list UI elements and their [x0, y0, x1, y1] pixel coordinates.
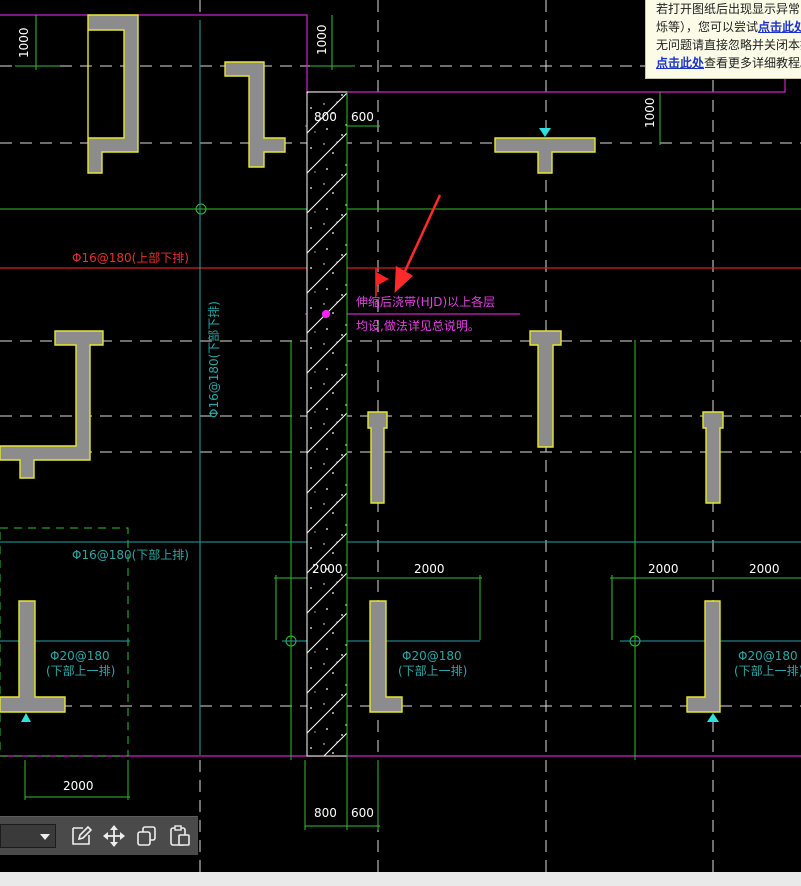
rebar-label-center-1: Φ20@180	[402, 649, 462, 663]
dim-2000-d: 2000	[749, 562, 780, 576]
rebar-label-right-2: (下部上一排)	[734, 663, 801, 678]
notice-line-3: 无问题请直接忽略并关闭本提	[656, 38, 801, 52]
dim-1000-right: 1000	[643, 97, 657, 128]
dim-2000-a: 2000	[312, 562, 343, 576]
dim-600-top: 600	[351, 110, 374, 124]
notice-line-2: 烁等），您可以尝试点击此处	[656, 18, 801, 36]
bottom-toolbar	[0, 816, 198, 855]
rebar-label-red: Φ16@180(上部下排)	[72, 250, 189, 265]
rebar-label-left-2: (下部上一排)	[46, 663, 115, 678]
notice-retry-link[interactable]: 点击此处	[758, 20, 801, 34]
dim-2000-bottom: 2000	[63, 779, 94, 793]
notice-tutorial-link[interactable]: 点击此处	[656, 56, 704, 70]
column-top-2	[224, 61, 286, 168]
column-l-mid	[0, 330, 104, 479]
column-mid-3	[702, 411, 724, 504]
paste-icon[interactable]	[167, 824, 193, 848]
cyan-rebar-lines	[0, 20, 801, 755]
column-br	[686, 600, 721, 713]
rebar-label-vertical: Φ16@180(下部下排)	[206, 301, 221, 418]
rebar-label-left-1: Φ20@180	[50, 649, 110, 663]
column-mid-2	[367, 411, 388, 504]
dim-800-bottom: 800	[314, 806, 337, 820]
move-icon[interactable]	[101, 824, 127, 848]
dim-2000-c: 2000	[648, 562, 679, 576]
post-pour-strip	[306, 91, 348, 757]
dim-1000-left: 1000	[17, 27, 31, 58]
rebar-label-center-2: (下部上一排)	[398, 663, 467, 678]
display-notice: 若打开图纸后出现显示异常( 烁等），您可以尝试点击此处 无问题请直接忽略并关闭本…	[645, 0, 801, 79]
hjd-note-line2: 均设,做法详见总说明。	[356, 318, 480, 333]
magenta-point	[322, 310, 330, 318]
column-tl	[87, 14, 139, 174]
edit-icon[interactable]	[68, 824, 94, 848]
rebar-label-cyan-mid: Φ16@180(下部上排)	[72, 547, 189, 562]
dim-800-top: 800	[314, 110, 337, 124]
axis-grid	[0, 0, 801, 872]
cad-drawing-canvas[interactable]: 1000 1000 1000 800 600 800 600 Φ16@180(上…	[0, 0, 801, 872]
copy-icon[interactable]	[134, 824, 160, 848]
dim-600-bottom: 600	[351, 806, 374, 820]
notice-line-4-text: 查看更多详细教程。	[704, 56, 801, 70]
magenta-boundary	[0, 14, 801, 757]
red-flag	[376, 272, 389, 286]
status-bar	[0, 872, 801, 886]
notice-line-2-text: 烁等），您可以尝试	[656, 20, 759, 34]
notice-line-4: 点击此处查看更多详细教程。	[656, 54, 801, 72]
dim-1000-top: 1000	[315, 24, 329, 55]
column-bc	[369, 600, 403, 713]
layer-dropdown[interactable]	[0, 824, 56, 848]
rebar-label-right-1: Φ20@180	[738, 649, 798, 663]
chevron-down-icon	[40, 834, 50, 840]
column-top-3	[494, 137, 596, 174]
column-mid-t	[529, 330, 562, 448]
notice-line-1: 若打开图纸后出现显示异常(	[656, 2, 801, 16]
hjd-note-line1: 伸缩后浇带(HJD)以上各层	[356, 294, 495, 309]
dim-2000-b: 2000	[414, 562, 445, 576]
